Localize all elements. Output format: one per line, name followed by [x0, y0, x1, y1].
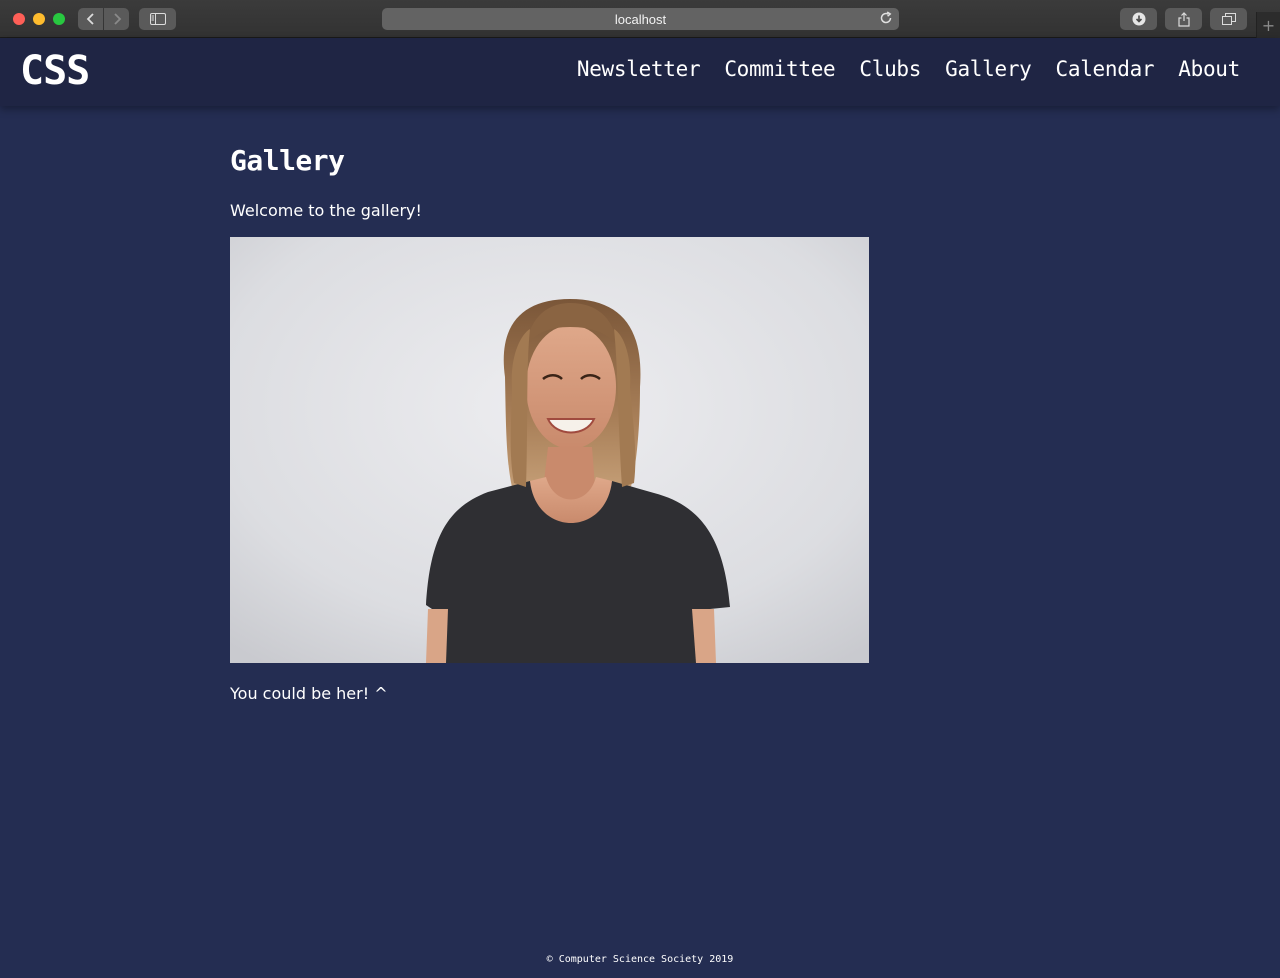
page-title: Gallery [230, 144, 345, 177]
footer-copyright: © Computer Science Society 2019 [546, 954, 734, 965]
history-nav [78, 8, 129, 30]
address-bar[interactable]: localhost [382, 8, 899, 30]
photo-caption: You could be her! ^ [230, 684, 388, 703]
nav-link-calendar[interactable]: Calendar [1056, 57, 1155, 81]
nav-link-gallery[interactable]: Gallery [945, 57, 1032, 81]
download-icon [1132, 12, 1145, 26]
tabs-icon [1221, 13, 1236, 25]
forward-button[interactable] [104, 8, 129, 30]
url-text: localhost [614, 11, 667, 27]
nav-link-committee[interactable]: Committee [724, 57, 835, 81]
share-icon [1177, 11, 1190, 27]
nav-link-newsletter[interactable]: Newsletter [577, 57, 701, 81]
main-content: Gallery Welcome to the gallery! You coul… [230, 140, 1050, 703]
chevron-left-icon [86, 13, 94, 25]
site-header: CSS Newsletter Committee Clubs Gallery C… [0, 38, 1280, 106]
sidebar-toggle-button[interactable] [139, 8, 176, 30]
intro-text: Welcome to the gallery! [230, 201, 422, 220]
site-logo[interactable]: CSS [20, 48, 90, 94]
browser-toolbar: localhost + [0, 0, 1280, 38]
sidebar-icon [149, 13, 166, 25]
back-button[interactable] [78, 8, 103, 30]
nav-link-clubs[interactable]: Clubs [859, 57, 921, 81]
minimize-window-button[interactable] [33, 13, 45, 25]
close-window-button[interactable] [13, 13, 25, 25]
share-button[interactable] [1165, 8, 1202, 30]
downloads-button[interactable] [1120, 8, 1157, 30]
main-nav: Newsletter Committee Clubs Gallery Calen… [577, 57, 1240, 81]
show-tabs-button[interactable] [1210, 8, 1247, 30]
plus-icon: + [1261, 15, 1276, 35]
reload-icon[interactable] [879, 11, 893, 28]
zoom-window-button[interactable] [53, 13, 65, 25]
site-footer: © Computer Science Society 2019 [0, 954, 1280, 965]
gallery-photo [230, 237, 869, 663]
new-tab-button[interactable]: + [1256, 12, 1280, 38]
chevron-right-icon [113, 13, 121, 25]
nav-link-about[interactable]: About [1178, 57, 1240, 81]
